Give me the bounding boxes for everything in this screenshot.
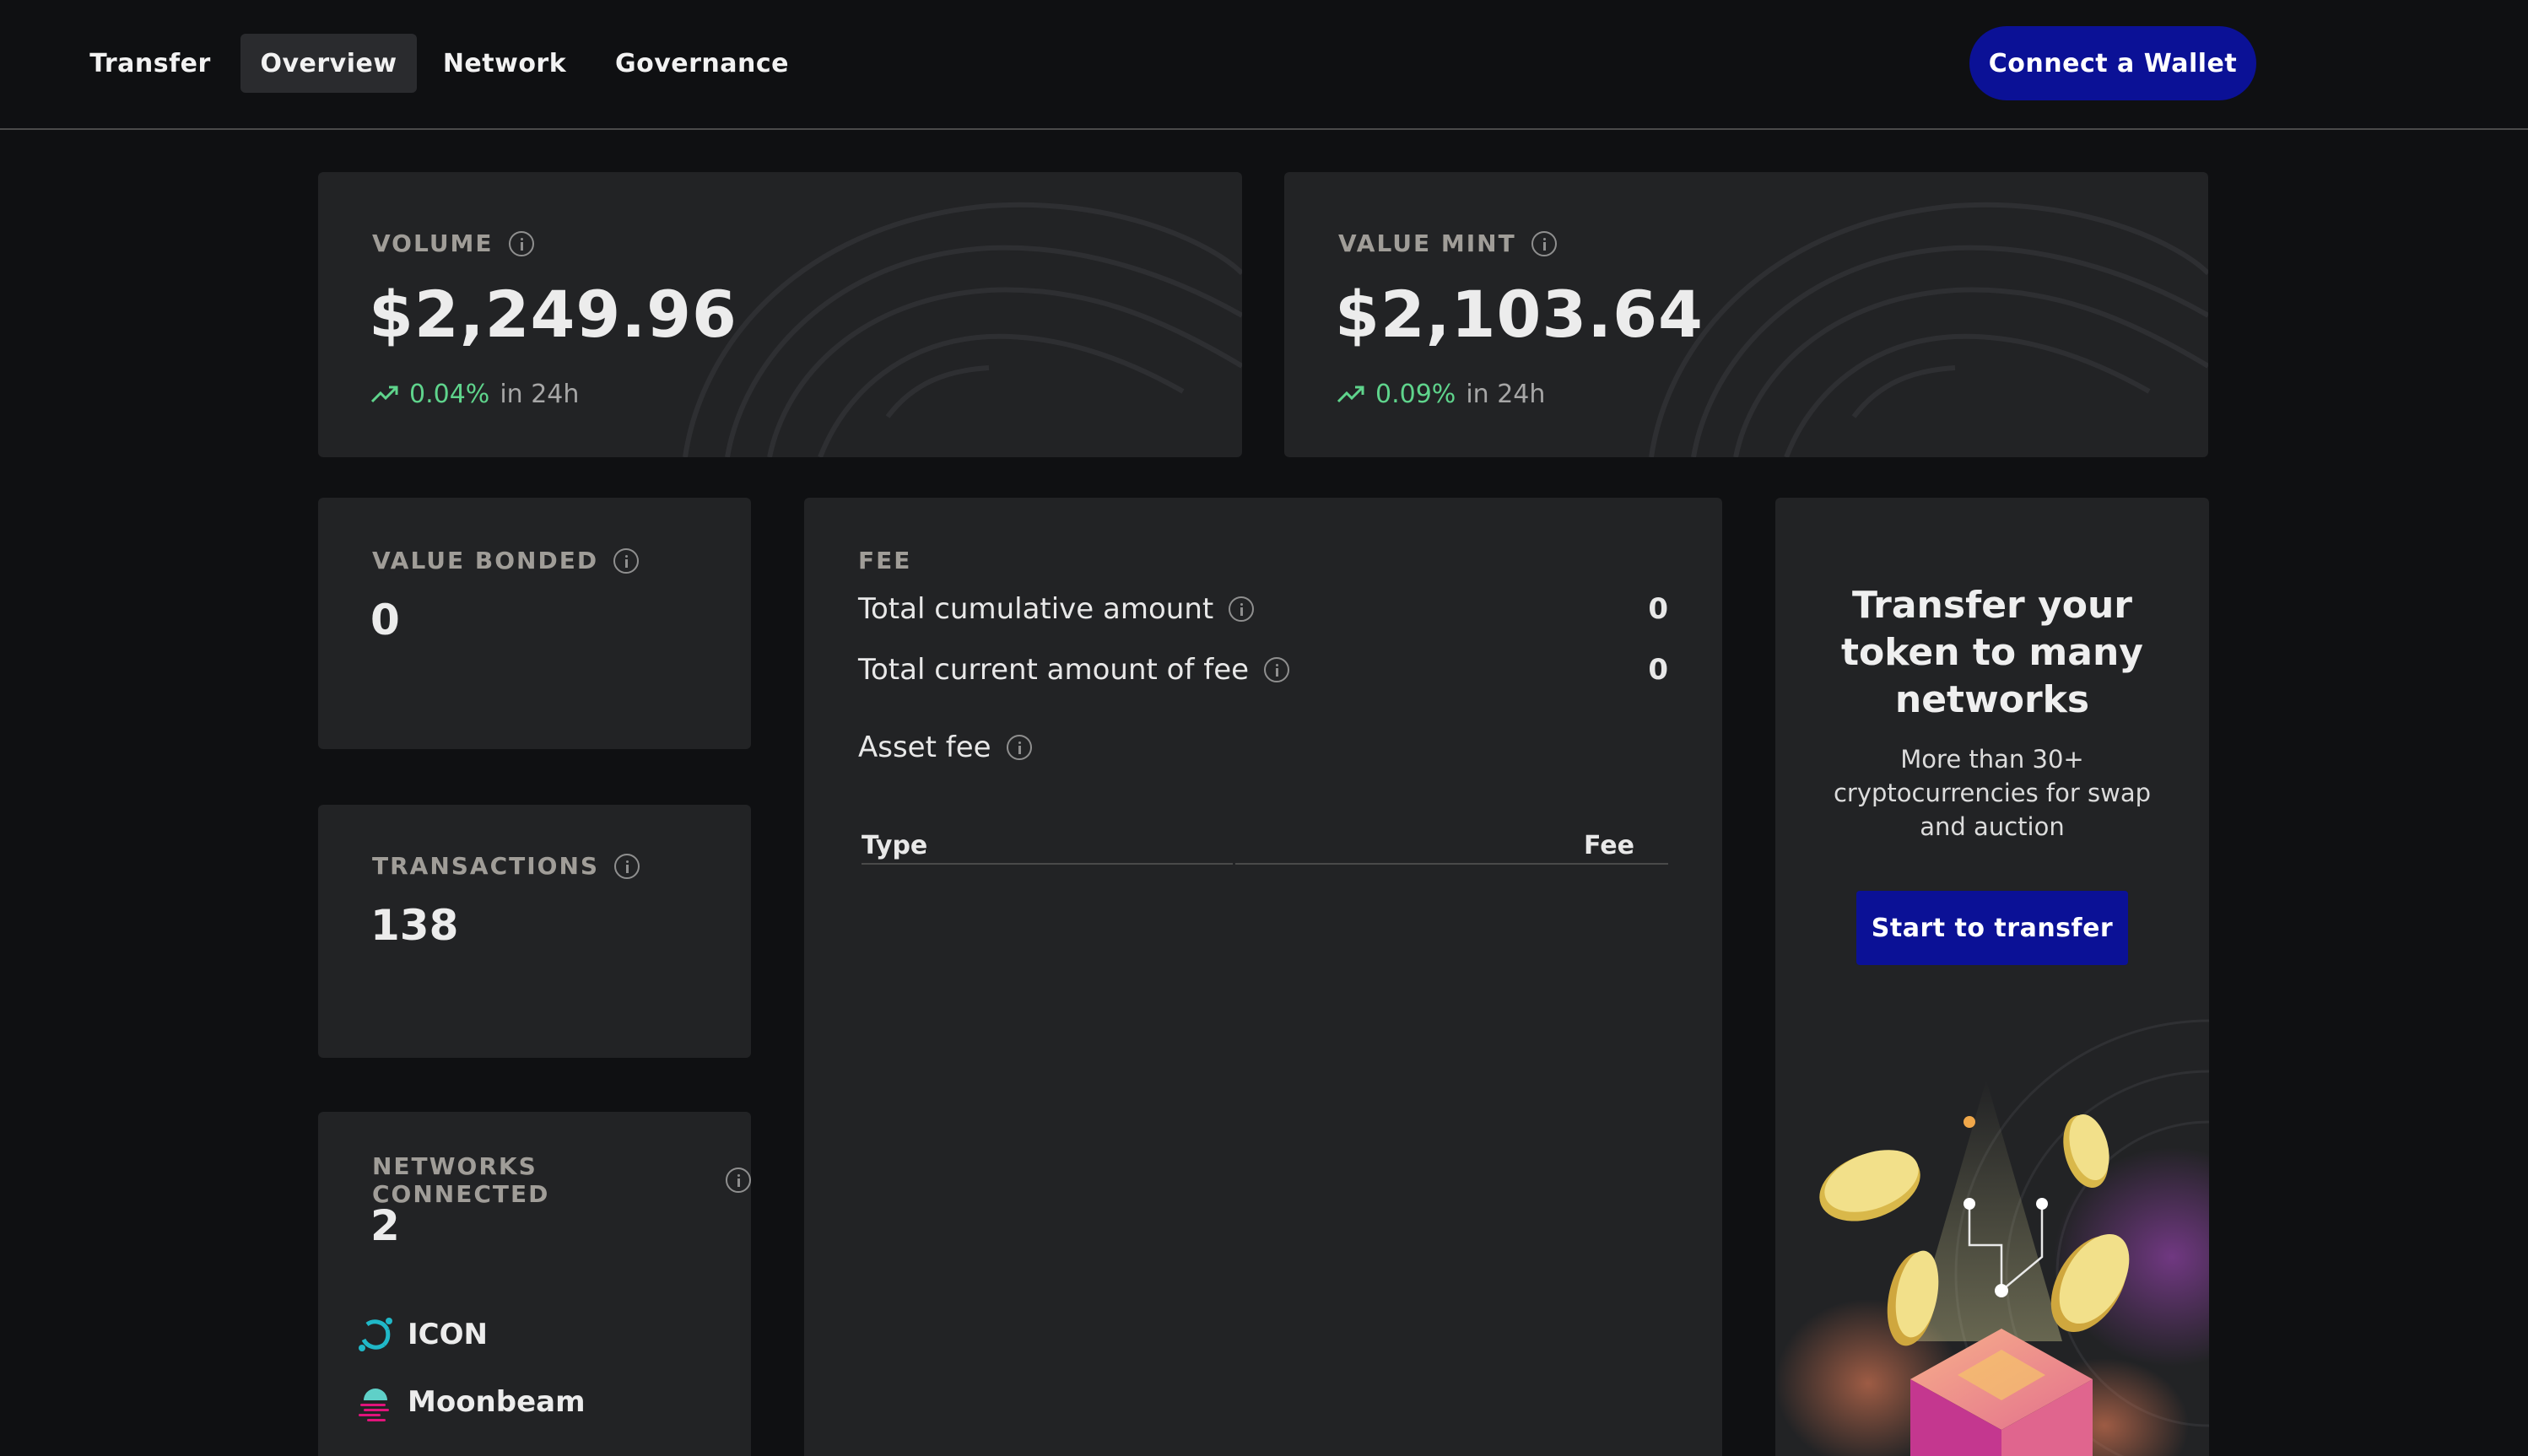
network-item-icon[interactable]: ICON (355, 1314, 488, 1355)
fee-label: FEE (858, 547, 912, 574)
promo-subtitle: More than 30+ cryptocurrencies for swap … (1833, 745, 2152, 841)
total-cumulative-label: Total cumulative amount (858, 592, 1214, 626)
total-current-fee-value: 0 (1648, 653, 1668, 687)
networks-connected-label: NETWORKS CONNECTED (372, 1152, 550, 1208)
asset-fee-label: Asset fee (858, 731, 991, 764)
table-header-divider (1235, 863, 1668, 865)
value-mint-label-row: VALUE MINT (1338, 229, 1557, 257)
transactions-value: 138 (370, 901, 459, 950)
transactions-card: TRANSACTIONS 138 (318, 805, 751, 1058)
value-mint-card: VALUE MINT $2,103.64 0.09% in 24h (1284, 172, 2208, 457)
network-item-moonbeam[interactable]: Moonbeam (355, 1382, 586, 1422)
value-mint-change-pct: 0.09% (1375, 380, 1456, 409)
trend-up-icon (370, 386, 398, 402)
value-bonded-value: 0 (370, 596, 400, 644)
total-cumulative-value: 0 (1648, 592, 1668, 626)
info-icon[interactable] (1229, 596, 1255, 622)
promo-title: Transfer your token to many networks (1841, 584, 2143, 721)
volume-change-pct: 0.04% (409, 380, 490, 409)
tab-overview[interactable]: Overview (240, 34, 417, 93)
moonbeam-network-logo (359, 1389, 389, 1421)
tab-network[interactable]: Network (435, 34, 574, 93)
icon-network-logo (359, 1318, 392, 1351)
info-icon[interactable] (614, 853, 640, 879)
info-icon[interactable] (1006, 735, 1032, 760)
network-name: ICON (408, 1318, 488, 1351)
volume-value: $2,249.96 (369, 277, 737, 352)
info-icon[interactable] (1264, 657, 1290, 682)
networks-connected-label-row: NETWORKS CONNECTED (372, 1152, 751, 1208)
value-bonded-card: VALUE BONDED 0 (318, 498, 751, 749)
networks-connected-card: NETWORKS CONNECTED 2 ICON Moonbeam (318, 1112, 751, 1456)
total-current-fee-label: Total current amount of fee (858, 653, 1250, 687)
info-icon[interactable] (726, 1167, 751, 1193)
transactions-label-row: TRANSACTIONS (372, 852, 640, 880)
network-name: Moonbeam (408, 1385, 586, 1419)
info-icon[interactable] (613, 547, 640, 574)
volume-label-row: VOLUME (372, 229, 534, 257)
info-icon[interactable] (508, 230, 534, 256)
asset-fee-row: Asset fee (858, 731, 1668, 764)
fee-card: FEE Total cumulative amount 0 Total curr… (804, 498, 1722, 1456)
table-header-fee[interactable]: Fee (1584, 831, 1634, 860)
transactions-label: TRANSACTIONS (372, 852, 600, 880)
promo-card: Transfer your token to many networks Mor… (1775, 498, 2209, 1456)
value-mint-label: VALUE MINT (1338, 229, 1516, 257)
value-bonded-label: VALUE BONDED (372, 547, 599, 574)
table-header-type[interactable]: Type (862, 831, 927, 860)
volume-change-row: 0.04% in 24h (370, 380, 579, 409)
value-mint-change-row: 0.09% in 24h (1337, 380, 1545, 409)
top-navigation: Transfer Overview Network Governance Con… (0, 0, 2528, 130)
volume-change-suffix: in 24h (500, 380, 580, 409)
tab-governance[interactable]: Governance (604, 34, 800, 93)
trend-up-icon (1337, 386, 1364, 402)
total-cumulative-row: Total cumulative amount 0 (858, 592, 1668, 626)
table-header-divider (862, 863, 1233, 865)
volume-card: VOLUME $2,249.96 0.04% in 24h (318, 172, 1242, 457)
volume-label: VOLUME (372, 229, 494, 257)
value-mint-change-suffix: in 24h (1466, 380, 1546, 409)
total-current-fee-row: Total current amount of fee 0 (858, 653, 1668, 687)
networks-connected-value: 2 (370, 1201, 400, 1250)
info-icon[interactable] (1531, 230, 1557, 256)
value-mint-value: $2,103.64 (1335, 277, 1704, 352)
start-transfer-button[interactable]: Start to transfer (1856, 891, 2128, 965)
connect-wallet-button[interactable]: Connect a Wallet (1969, 26, 2256, 100)
tab-transfer[interactable]: Transfer (81, 34, 219, 93)
value-bonded-label-row: VALUE BONDED (372, 547, 640, 574)
